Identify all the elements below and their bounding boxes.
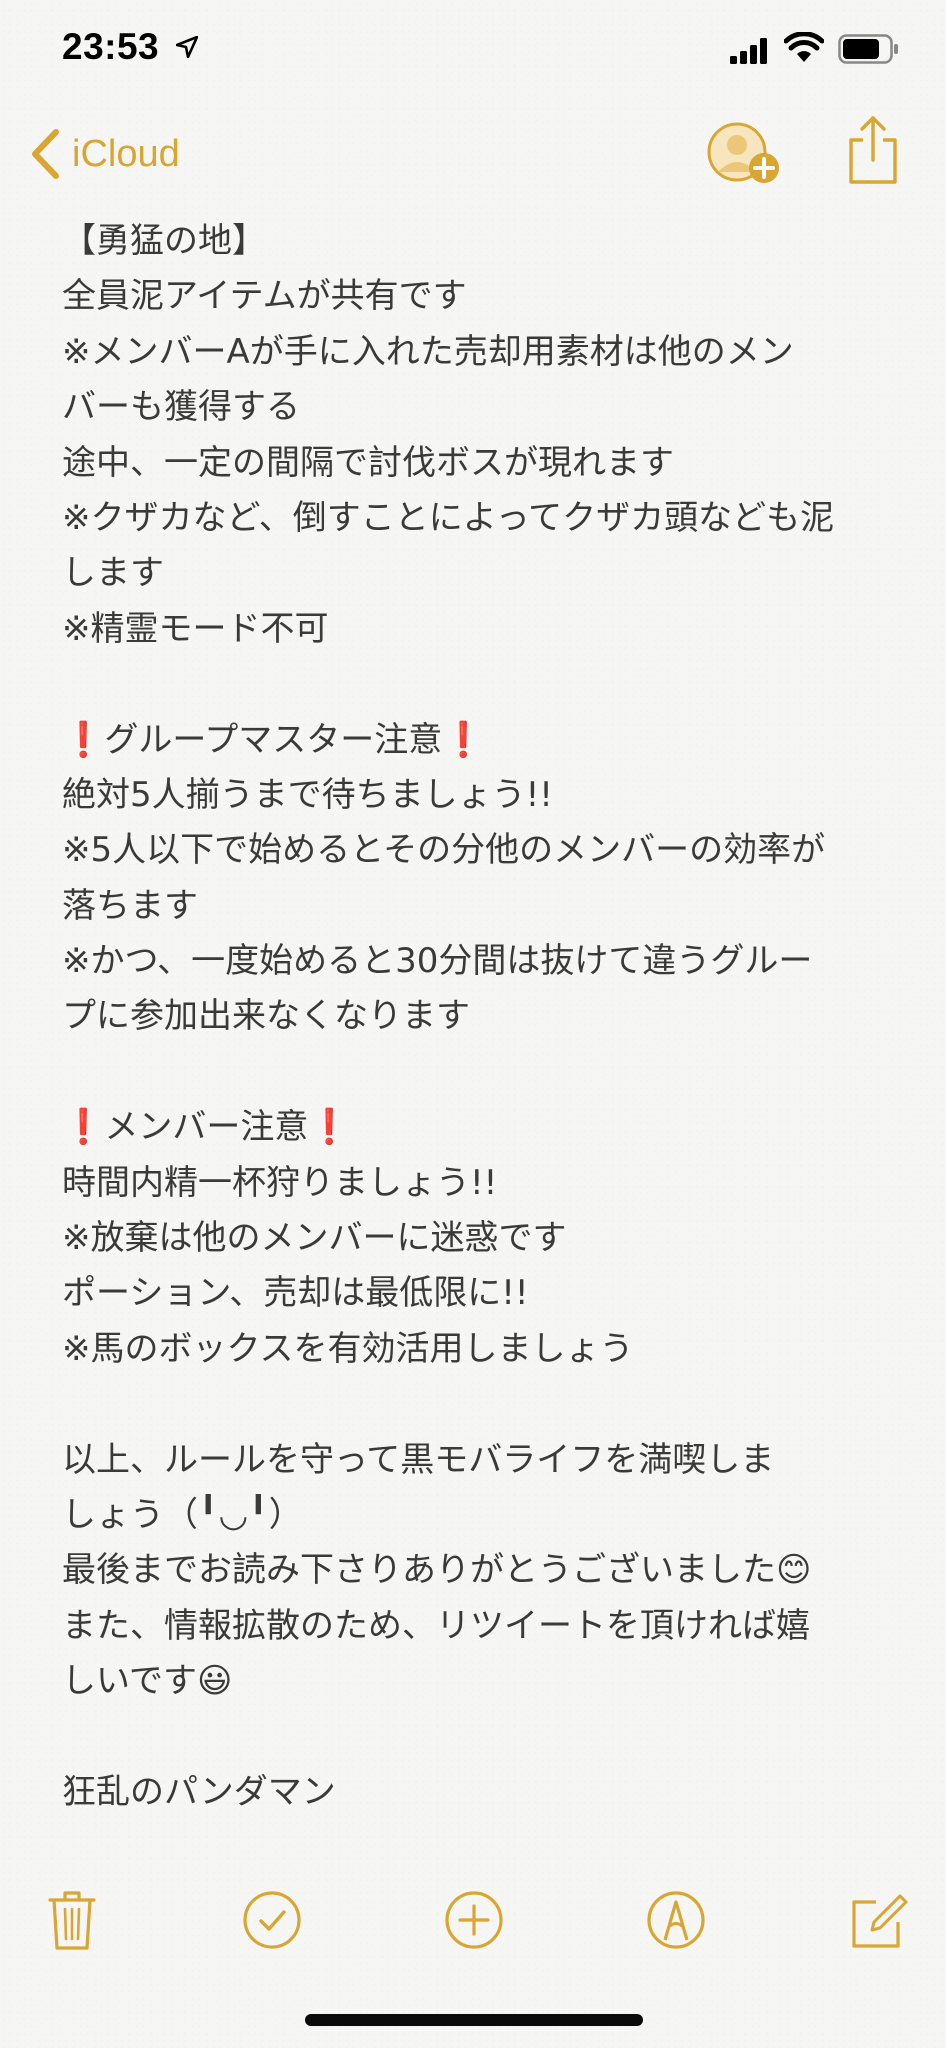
share-button[interactable] (846, 114, 900, 186)
checklist-icon (243, 1891, 301, 1949)
note-line: ※精霊モード不可 (62, 608, 329, 649)
back-button[interactable]: iCloud (30, 124, 180, 184)
note-line: ※馬のボックスを有効活用しましょう (62, 1328, 634, 1369)
checklist-button[interactable] (240, 1888, 304, 1952)
note-line: ※かつ、一度始めると30分間は抜けて違うグルー (62, 941, 813, 982)
note-line: ※クザカなど、倒すことによってクザカ頭なども泥 (62, 497, 835, 538)
battery-icon (838, 34, 898, 64)
status-bar: 23:53 (0, 0, 946, 100)
note-line: 以上、ルールを守って黒モバライフを満喫しま (62, 1439, 775, 1480)
note-line: しいです😃 (62, 1661, 233, 1702)
navbar: iCloud (0, 110, 946, 192)
add-person-button[interactable] (704, 116, 784, 188)
add-icon (445, 1891, 503, 1949)
compose-icon (852, 1894, 908, 1948)
note-line: 途中、一定の間隔で討伐ボスが現れます (62, 442, 674, 483)
note-line: 落ちます (62, 885, 198, 926)
note-line (62, 1377, 902, 1432)
note-line: プに参加出来なくなります (62, 996, 470, 1037)
note-line: ❗グループマスター注意❗ (62, 719, 485, 760)
note-line: ※5人以下で始めるとその分他のメンバーの効率が (62, 830, 826, 871)
note-body[interactable]: 【勇猛の地】全員泥アイテムが共有です ※メンバーAが手に入れた売却用素材は他のメン… (62, 214, 902, 1834)
note-line: 全員泥アイテムが共有です (62, 276, 467, 317)
note-line (62, 1045, 902, 1100)
note-line: バーも獲得する (62, 387, 300, 428)
delete-note-button[interactable] (40, 1888, 104, 1952)
location-arrow-icon (176, 36, 198, 58)
markup-pen-icon (647, 1891, 705, 1949)
note-line: 狂乱のパンダマン (62, 1771, 336, 1812)
home-indicator (305, 2014, 643, 2026)
note-line: 【勇猛の地】 (62, 221, 266, 261)
note-line: ※放棄は他のメンバーに迷惑です (62, 1218, 567, 1259)
cellular-signal-icon (730, 38, 767, 64)
note-line (62, 1710, 902, 1765)
note-line: ポーション、売却は最低限に!! (62, 1273, 529, 1314)
bottom-toolbar (0, 1876, 946, 1964)
note-line: ❗メンバー注意❗ (62, 1107, 351, 1148)
note-line: また、情報拡散のため、リツイートを頂ければ嬉 (62, 1605, 810, 1646)
chevron-left-icon (32, 129, 59, 179)
share-icon (849, 116, 897, 184)
add-person-icon (707, 122, 779, 183)
note-line: 絶対5人揃うまで待ちましょう!! (62, 774, 553, 815)
note-line (62, 657, 902, 712)
note-line: ※メンバーAが手に入れた売却用素材は他のメン (62, 331, 794, 372)
note-line: しょう（╹◡╹） (62, 1494, 303, 1535)
markup-button[interactable] (644, 1888, 708, 1952)
status-time: 23:53 (62, 26, 160, 67)
compose-button[interactable] (846, 1888, 910, 1952)
wifi-icon (784, 32, 824, 62)
trash-icon (48, 1891, 96, 1950)
note-line: します (62, 553, 164, 594)
add-attachment-button[interactable] (442, 1888, 506, 1952)
note-line: 最後までお読み下さりありがとうございました😊 (62, 1550, 812, 1591)
back-label: iCloud (72, 132, 180, 175)
note-line: 時間内精一杯狩りましょう!! (62, 1162, 498, 1203)
